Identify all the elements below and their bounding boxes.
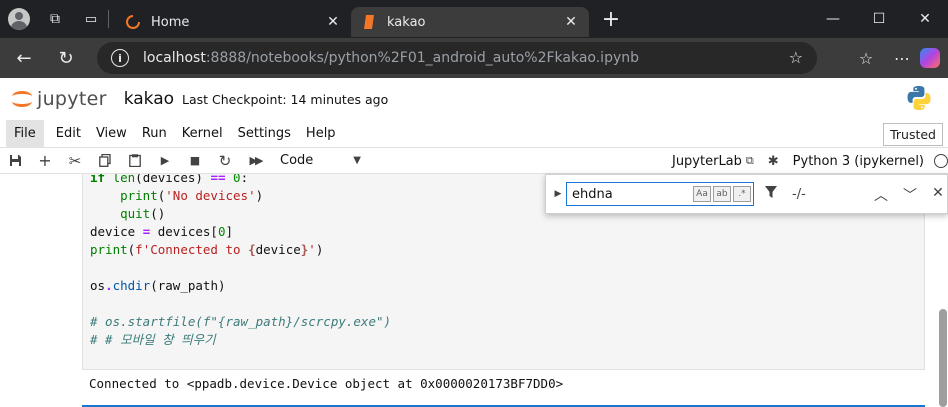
site-info-icon[interactable]: i <box>111 49 129 67</box>
cell-output: Connected to <ppadb.device.Device object… <box>89 376 564 391</box>
stop-icon[interactable]: ■ <box>180 149 210 173</box>
code-editor[interactable]: if len(devices) == 0: print('No devices'… <box>90 174 391 349</box>
menu-settings[interactable]: Settings <box>231 120 298 148</box>
toolbar-right: JupyterLab ⧉ ✱ Python 3 (ipykernel) <box>672 148 948 174</box>
cell-type-select[interactable]: Code ▼ <box>278 150 363 172</box>
save-icon[interactable] <box>0 149 30 173</box>
cut-icon[interactable]: ✂ <box>60 149 90 173</box>
regex-button[interactable]: .* <box>733 186 751 202</box>
browser-actions: ☆ ⋯ <box>848 38 948 78</box>
cell-type-value: Code <box>280 153 314 168</box>
match-case-button[interactable]: Aa <box>693 186 711 202</box>
kernel-name[interactable]: Python 3 (ipykernel) <box>793 154 924 169</box>
maximize-icon[interactable]: ☐ <box>856 0 902 38</box>
jupyter-favicon-icon <box>361 14 377 30</box>
menu-view[interactable]: View <box>89 120 134 148</box>
toggle-replace-icon[interactable]: ▶ <box>550 189 566 199</box>
run-icon[interactable]: ▶ <box>150 149 180 173</box>
restart-run-all-icon[interactable]: ▶▶ <box>240 149 270 173</box>
back-button[interactable]: ← <box>8 42 40 74</box>
address-bar[interactable]: i localhost:8888/notebooks/python%2F01_a… <box>97 42 817 74</box>
menu-edit[interactable]: Edit <box>49 120 88 148</box>
close-window-icon[interactable]: ✕ <box>902 0 948 38</box>
favorites-icon[interactable]: ☆ <box>848 49 884 68</box>
jupyter-logo-icon <box>12 88 32 110</box>
jupyterlab-link[interactable]: JupyterLab ⧉ <box>672 154 754 169</box>
browser-tab-kakao[interactable]: kakao ✕ <box>351 7 589 37</box>
favorite-star-icon[interactable]: ☆ <box>789 48 803 67</box>
find-options: Aa ab .* <box>691 186 751 202</box>
profile-button[interactable] <box>8 8 30 30</box>
filter-icon[interactable] <box>762 185 780 203</box>
menu-kernel[interactable]: Kernel <box>175 120 230 148</box>
tab-actions-icon[interactable]: ▭ <box>80 8 102 30</box>
browser-toolbar: ← ↻ i localhost:8888/notebooks/python%2F… <box>0 38 948 78</box>
notebook-title[interactable]: kakao <box>124 89 174 109</box>
jupyter-wordmark: jupyter <box>37 88 107 110</box>
menu-help[interactable]: Help <box>299 120 343 148</box>
jupyter-logo[interactable]: jupyter <box>12 88 107 110</box>
new-tab-button[interactable]: + <box>597 5 625 33</box>
jupyter-header: jupyter kakao Last Checkpoint: 14 minute… <box>0 78 948 120</box>
add-cell-icon[interactable]: + <box>30 149 60 173</box>
avatar <box>8 8 30 30</box>
debugger-icon[interactable]: ✱ <box>768 154 779 169</box>
copy-icon[interactable] <box>90 149 120 173</box>
next-match-icon[interactable]: ﹀ <box>900 185 920 205</box>
workspaces-icon[interactable]: ⧉ <box>44 8 66 30</box>
find-widget: ▶ ehdna Aa ab .* -/- ︿ ﹀ ✕ <box>545 174 948 214</box>
menu-run[interactable]: Run <box>135 120 174 148</box>
tab-title: kakao <box>387 14 426 30</box>
loading-icon <box>125 14 141 30</box>
copilot-icon[interactable] <box>920 48 940 68</box>
menu-bar: File Edit View Run Kernel Settings Help … <box>0 119 948 148</box>
close-find-icon[interactable]: ✕ <box>928 185 948 201</box>
find-input[interactable]: ehdna Aa ab .* <box>566 182 754 206</box>
minimize-icon[interactable]: — <box>810 0 856 38</box>
previous-match-icon[interactable]: ︿ <box>871 185 891 205</box>
menu-file[interactable]: File <box>6 119 44 148</box>
window-controls: — ☐ ✕ <box>810 0 948 38</box>
notebook-toolbar: + ✂ ▶ ■ ↻ ▶▶ Code ▼ JupyterLab ⧉ ✱ Python… <box>0 148 948 174</box>
tab-title: Home <box>151 14 190 30</box>
kernel-status-icon <box>934 154 948 168</box>
close-tab-icon[interactable]: ✕ <box>325 14 341 30</box>
chevron-down-icon: ▼ <box>353 155 361 166</box>
match-word-button[interactable]: ab <box>713 186 731 202</box>
external-link-icon: ⧉ <box>745 154 754 167</box>
extensions-icon[interactable]: ⋯ <box>884 49 920 68</box>
paste-icon[interactable] <box>120 149 150 173</box>
restart-icon[interactable]: ↻ <box>210 149 240 173</box>
find-query: ehdna <box>572 186 613 202</box>
reload-button[interactable]: ↻ <box>50 42 82 74</box>
match-count: -/- <box>792 186 806 202</box>
browser-tab-home[interactable]: Home ✕ <box>115 7 351 37</box>
last-checkpoint: Last Checkpoint: 14 minutes ago <box>182 91 389 107</box>
trusted-indicator[interactable]: Trusted <box>883 123 943 146</box>
python-logo-icon <box>907 86 931 110</box>
url-text[interactable]: localhost:8888/notebooks/python%2F01_and… <box>143 50 639 66</box>
browser-tab-strip: ⧉ ▭ Home ✕ kakao ✕ + — ☐ ✕ <box>0 0 948 38</box>
tab-separator <box>108 10 109 28</box>
scrollbar-thumb[interactable] <box>939 309 947 407</box>
close-tab-icon[interactable]: ✕ <box>563 14 579 30</box>
